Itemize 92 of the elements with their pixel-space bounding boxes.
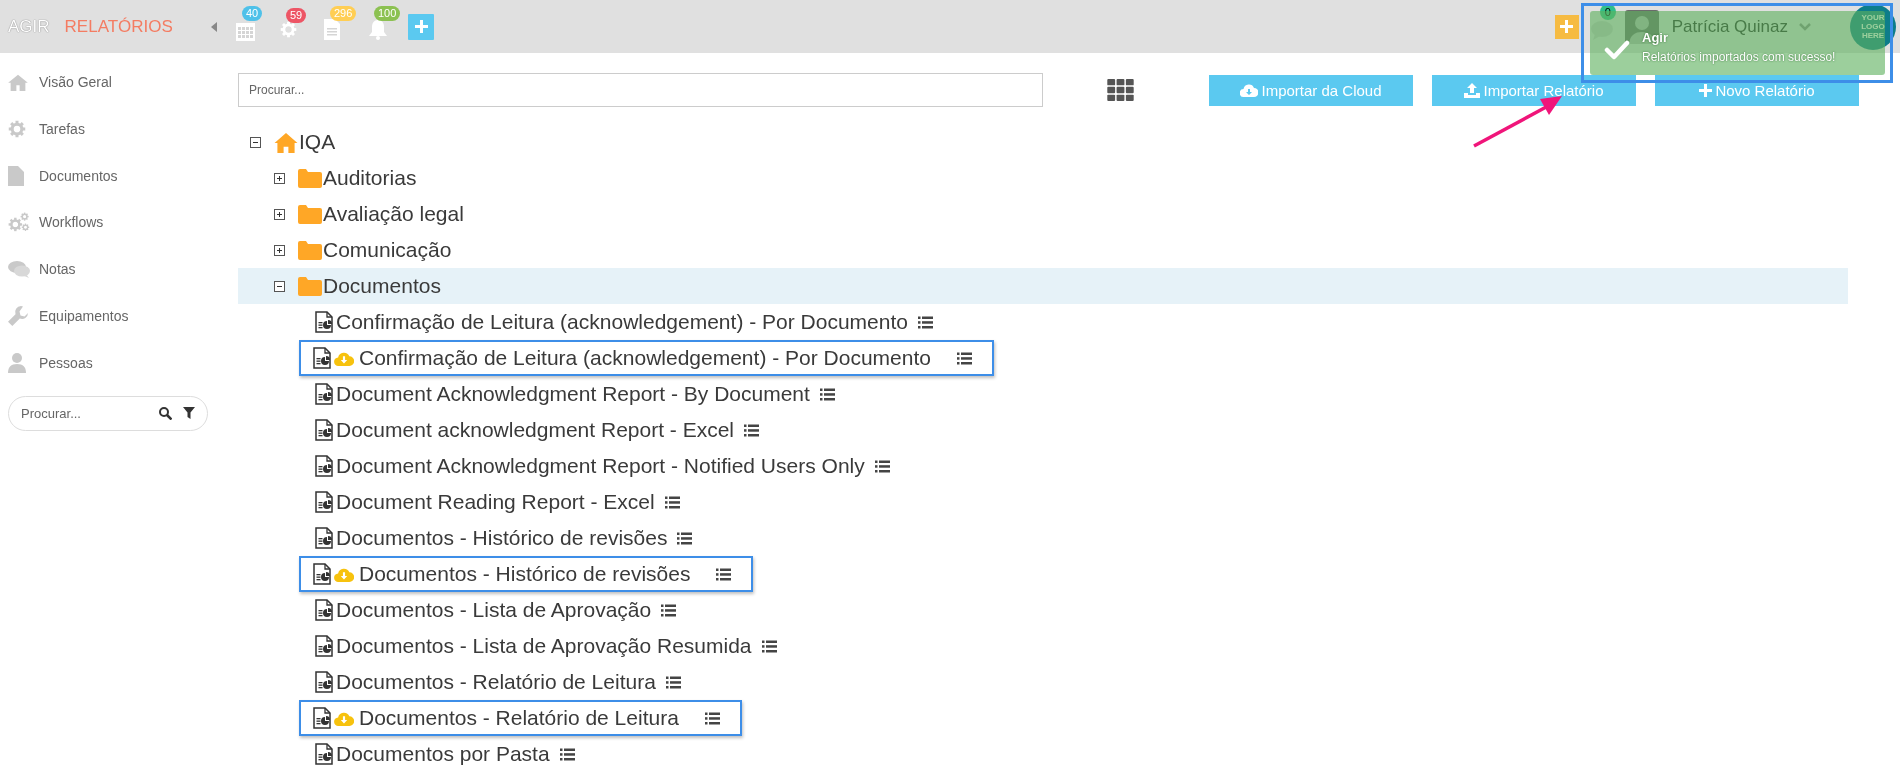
tree-row[interactable]: Documentos - Histórico de revisões bbox=[299, 556, 754, 592]
wrench-icon bbox=[8, 306, 28, 326]
plus-icon bbox=[1560, 20, 1574, 33]
list-icon[interactable] bbox=[874, 459, 890, 473]
sidebar-item[interactable]: Notas bbox=[0, 257, 220, 282]
home-icon bbox=[274, 131, 298, 153]
cloud-download-icon bbox=[334, 566, 354, 582]
notification-badge: 40 bbox=[242, 5, 263, 21]
check-icon bbox=[1604, 40, 1630, 60]
toast-title: Agir bbox=[1642, 30, 1669, 45]
report-icon bbox=[315, 743, 333, 765]
tree-row[interactable]: Document Acknowledgment Report - Notified Users Only bbox=[315, 448, 894, 484]
report-icon bbox=[313, 347, 331, 369]
tree-row[interactable]: Auditorias bbox=[274, 160, 421, 196]
collapse-toggle-icon[interactable] bbox=[274, 280, 285, 292]
search-field[interactable]: Procurar... bbox=[8, 395, 208, 431]
sidebar-item[interactable]: Tarefas bbox=[0, 116, 220, 141]
list-icon[interactable] bbox=[664, 495, 680, 509]
module-title: RELATÓRIOS bbox=[64, 16, 173, 37]
report-icon bbox=[315, 671, 333, 693]
folder-icon bbox=[298, 204, 322, 224]
tree-row[interactable]: Document Acknowledgment Report - By Document bbox=[315, 376, 839, 412]
tree-row[interactable]: Confirmação de Leitura (acknowledgement) - Por Documento bbox=[299, 340, 994, 376]
tree-row[interactable]: Confirmação de Leitura (acknowledgement) - Por Documento bbox=[315, 304, 937, 340]
list-icon[interactable] bbox=[819, 387, 835, 401]
search-icon[interactable] bbox=[159, 406, 172, 420]
report-icon bbox=[313, 707, 331, 729]
notification-badge: 296 bbox=[330, 6, 357, 21]
collapse-toggle-icon[interactable] bbox=[250, 136, 261, 148]
sidebar-item[interactable]: Workflows bbox=[0, 210, 220, 235]
cloud-download-icon bbox=[334, 350, 354, 366]
expand-toggle-icon[interactable] bbox=[274, 172, 285, 184]
sidebar-item[interactable]: Visão Geral bbox=[0, 70, 220, 94]
list-icon[interactable] bbox=[677, 531, 693, 545]
tree-row[interactable]: Documentos - Relatório de Leitura bbox=[315, 664, 685, 700]
list-icon[interactable] bbox=[559, 747, 575, 761]
notification-badge: 59 bbox=[286, 8, 307, 23]
collapse-icon[interactable] bbox=[210, 21, 217, 32]
upload-icon bbox=[1464, 82, 1481, 98]
expand-toggle-icon[interactable] bbox=[274, 208, 285, 220]
list-icon[interactable] bbox=[665, 675, 681, 689]
gear-icon bbox=[8, 119, 26, 138]
grid-view-icon[interactable] bbox=[1107, 79, 1134, 101]
tree-row[interactable]: Avaliação legal bbox=[274, 196, 468, 232]
report-icon bbox=[315, 383, 333, 405]
logo-text: YOUR LOGO HERE bbox=[1860, 13, 1886, 40]
folder-icon bbox=[298, 168, 322, 188]
report-icon bbox=[315, 491, 333, 513]
tree-row[interactable]: Documentos - Lista de Aprovação Resumida bbox=[315, 628, 781, 664]
report-icon bbox=[315, 419, 333, 441]
gears-icon bbox=[8, 212, 30, 233]
tree-row[interactable]: Comunicação bbox=[274, 232, 456, 268]
list-icon[interactable] bbox=[716, 567, 732, 581]
tree-row[interactable]: Documentos bbox=[238, 268, 1848, 304]
file-icon bbox=[8, 165, 24, 186]
expand-toggle-icon[interactable] bbox=[274, 244, 285, 256]
report-icon bbox=[313, 563, 331, 585]
sidebar-item[interactable]: Pessoas bbox=[0, 350, 220, 375]
list-icon[interactable] bbox=[704, 711, 720, 725]
plus-icon bbox=[1699, 83, 1713, 97]
tree-row[interactable]: Documentos - Histórico de revisões bbox=[315, 520, 697, 556]
list-icon[interactable] bbox=[744, 423, 759, 437]
search-field[interactable]: Procurar... bbox=[238, 73, 1043, 107]
list-icon[interactable] bbox=[917, 315, 933, 329]
report-icon bbox=[315, 635, 333, 657]
list-icon[interactable] bbox=[956, 351, 972, 365]
cloud-download-icon bbox=[1240, 83, 1259, 97]
report-icon bbox=[315, 455, 333, 477]
plus-icon bbox=[414, 20, 428, 33]
sidebar-item[interactable]: Documentos bbox=[0, 163, 220, 188]
tree-row[interactable]: IQA bbox=[250, 124, 340, 160]
folder-icon bbox=[298, 240, 322, 260]
tree-row[interactable]: Documentos por Pasta bbox=[315, 736, 579, 772]
list-icon[interactable] bbox=[661, 603, 677, 617]
cloud-download-icon bbox=[334, 710, 354, 726]
comments-icon bbox=[8, 260, 30, 279]
list-icon[interactable] bbox=[761, 639, 777, 653]
sidebar-item[interactable]: Equipamentos bbox=[0, 304, 220, 328]
tree-row[interactable]: Documentos - Lista de Aprovação bbox=[315, 592, 681, 628]
tree-row[interactable]: Document Reading Report - Excel bbox=[315, 484, 684, 520]
folder-icon bbox=[298, 276, 322, 296]
tree-row[interactable]: Documentos - Relatório de Leitura bbox=[299, 700, 742, 736]
home-icon bbox=[8, 73, 28, 91]
notification-badge: 100 bbox=[374, 6, 401, 21]
gear-icon[interactable] bbox=[280, 21, 297, 38]
person-icon bbox=[8, 352, 26, 373]
toast-message: Relatórios importados com sucesso! bbox=[1642, 50, 1836, 64]
tree-row[interactable]: Document acknowledgment Report - Excel bbox=[315, 412, 763, 448]
report-icon bbox=[315, 527, 333, 549]
report-icon bbox=[315, 599, 333, 621]
filter-icon[interactable] bbox=[183, 406, 195, 419]
report-icon bbox=[315, 311, 333, 333]
